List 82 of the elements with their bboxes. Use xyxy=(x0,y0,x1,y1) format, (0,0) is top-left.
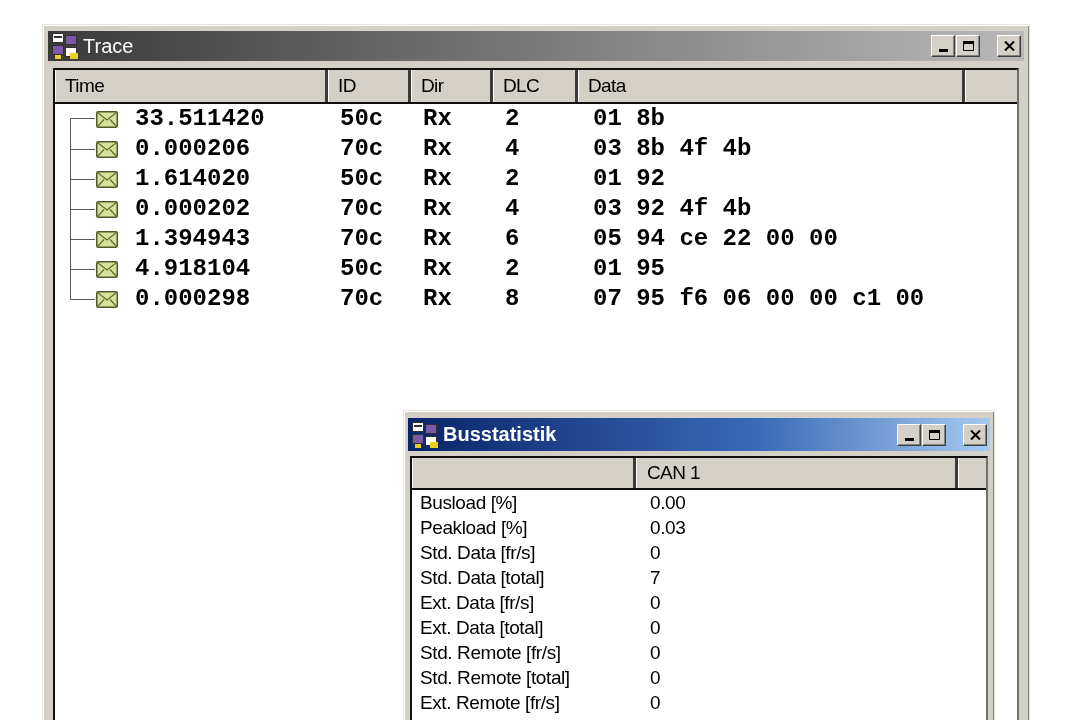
stat-label: Std. Remote [total] xyxy=(419,666,571,690)
column-header[interactable]: DLC xyxy=(493,70,578,102)
stat-label: Busload [%] xyxy=(419,491,518,515)
table-cell-text: 70c xyxy=(339,194,385,224)
tree-connector-icon xyxy=(70,224,95,254)
envelope-icon xyxy=(96,260,118,278)
table-cell-text: Rx xyxy=(422,164,453,194)
window-title: Trace xyxy=(83,34,135,58)
table-cell-text: Rx xyxy=(422,104,453,134)
app-icon xyxy=(52,33,78,59)
stat-value: 0 xyxy=(649,616,662,640)
stat-value: 0 xyxy=(649,591,662,615)
envelope-icon xyxy=(96,200,118,218)
maximize-button[interactable] xyxy=(922,423,946,446)
stat-value: 0 xyxy=(649,666,662,690)
close-button[interactable] xyxy=(963,423,987,446)
stat-value: 7 xyxy=(649,566,662,590)
envelope-icon xyxy=(96,110,118,128)
stat-value: 0 xyxy=(649,541,662,565)
table-cell-text: Rx xyxy=(422,284,453,314)
minimize-icon xyxy=(938,49,948,52)
stat-label: Ext. Data [total] xyxy=(419,616,545,640)
envelope-icon xyxy=(96,140,118,158)
table-cell-text: 01 8b xyxy=(592,104,666,134)
envelope-icon xyxy=(96,230,118,248)
minimize-button[interactable] xyxy=(897,423,921,446)
table-cell-text: 50c xyxy=(339,254,385,284)
stat-label: Std. Data [fr/s] xyxy=(419,541,537,565)
table-cell-text: 03 8b 4f 4b xyxy=(592,134,753,164)
envelope-icon xyxy=(96,170,118,188)
table-cell-text: 05 94 ce 22 00 00 xyxy=(592,224,839,254)
maximize-icon xyxy=(928,429,940,440)
column-header[interactable]: Time xyxy=(55,70,328,102)
table-cell-text: 6 xyxy=(504,224,521,254)
table-cell-text: 2 xyxy=(504,104,521,134)
tree-connector-icon xyxy=(70,164,95,194)
envelope-icon xyxy=(96,290,118,308)
table-cell-text: 01 95 xyxy=(592,254,666,284)
close-icon xyxy=(1003,41,1015,51)
column-header[interactable]: Dir xyxy=(411,70,493,102)
minimize-icon xyxy=(904,437,914,441)
table-cell-text: 8 xyxy=(504,284,521,314)
table-cell-text: 2 xyxy=(504,164,521,194)
stat-label: Ext. Data [fr/s] xyxy=(419,591,535,615)
table-cell: 0.000202 xyxy=(135,194,251,224)
stat-label: Std. Remote [fr/s] xyxy=(419,641,562,665)
table-cell: 1.394943 xyxy=(135,224,251,254)
table-cell-text: 50c xyxy=(339,104,385,134)
stat-label: Ext. Remote [fr/s] xyxy=(419,691,561,715)
close-icon xyxy=(969,429,981,440)
column-header[interactable]: ID xyxy=(328,70,411,102)
table-cell-text: Rx xyxy=(422,194,453,224)
table-cell-text: 70c xyxy=(339,224,385,254)
table-cell-text: Rx xyxy=(422,134,453,164)
stat-value: 0.03 xyxy=(649,516,687,540)
stat-value: 0 xyxy=(649,691,662,715)
table-cell-text: Rx xyxy=(422,254,453,284)
table-cell-text: 4 xyxy=(504,194,521,224)
table-cell: 0.000298 xyxy=(135,284,251,314)
stat-label: Peakload [%] xyxy=(419,516,529,540)
table-cell-text: 70c xyxy=(339,134,385,164)
stat-value: 0.00 xyxy=(649,491,687,515)
stat-value: 0 xyxy=(649,641,662,665)
column-header[interactable]: Data xyxy=(578,70,965,102)
table-cell-text: 03 92 4f 4b xyxy=(592,194,753,224)
stat-label: Std. Data [total] xyxy=(419,566,546,590)
window-title: Busstatistik xyxy=(443,423,558,446)
table-cell-text: 2 xyxy=(504,254,521,284)
table-cell-text: 07 95 f6 06 00 00 c1 00 xyxy=(592,284,926,314)
table-cell: 4.918104 xyxy=(135,254,251,284)
table-cell-text: 70c xyxy=(339,284,385,314)
table-cell-text: 50c xyxy=(339,164,385,194)
app-icon xyxy=(412,421,438,448)
table-cell: 33.511420 xyxy=(135,104,265,134)
table-cell: 1.614020 xyxy=(135,164,251,194)
table-cell-text: 4 xyxy=(504,134,521,164)
table-cell: 0.000206 xyxy=(135,134,251,164)
maximize-icon xyxy=(962,41,974,51)
table-cell-text: 01 92 xyxy=(592,164,666,194)
tree-connector-icon xyxy=(70,194,95,224)
table-cell-text: Rx xyxy=(422,224,453,254)
column-header[interactable]: CAN 1 xyxy=(636,458,958,488)
